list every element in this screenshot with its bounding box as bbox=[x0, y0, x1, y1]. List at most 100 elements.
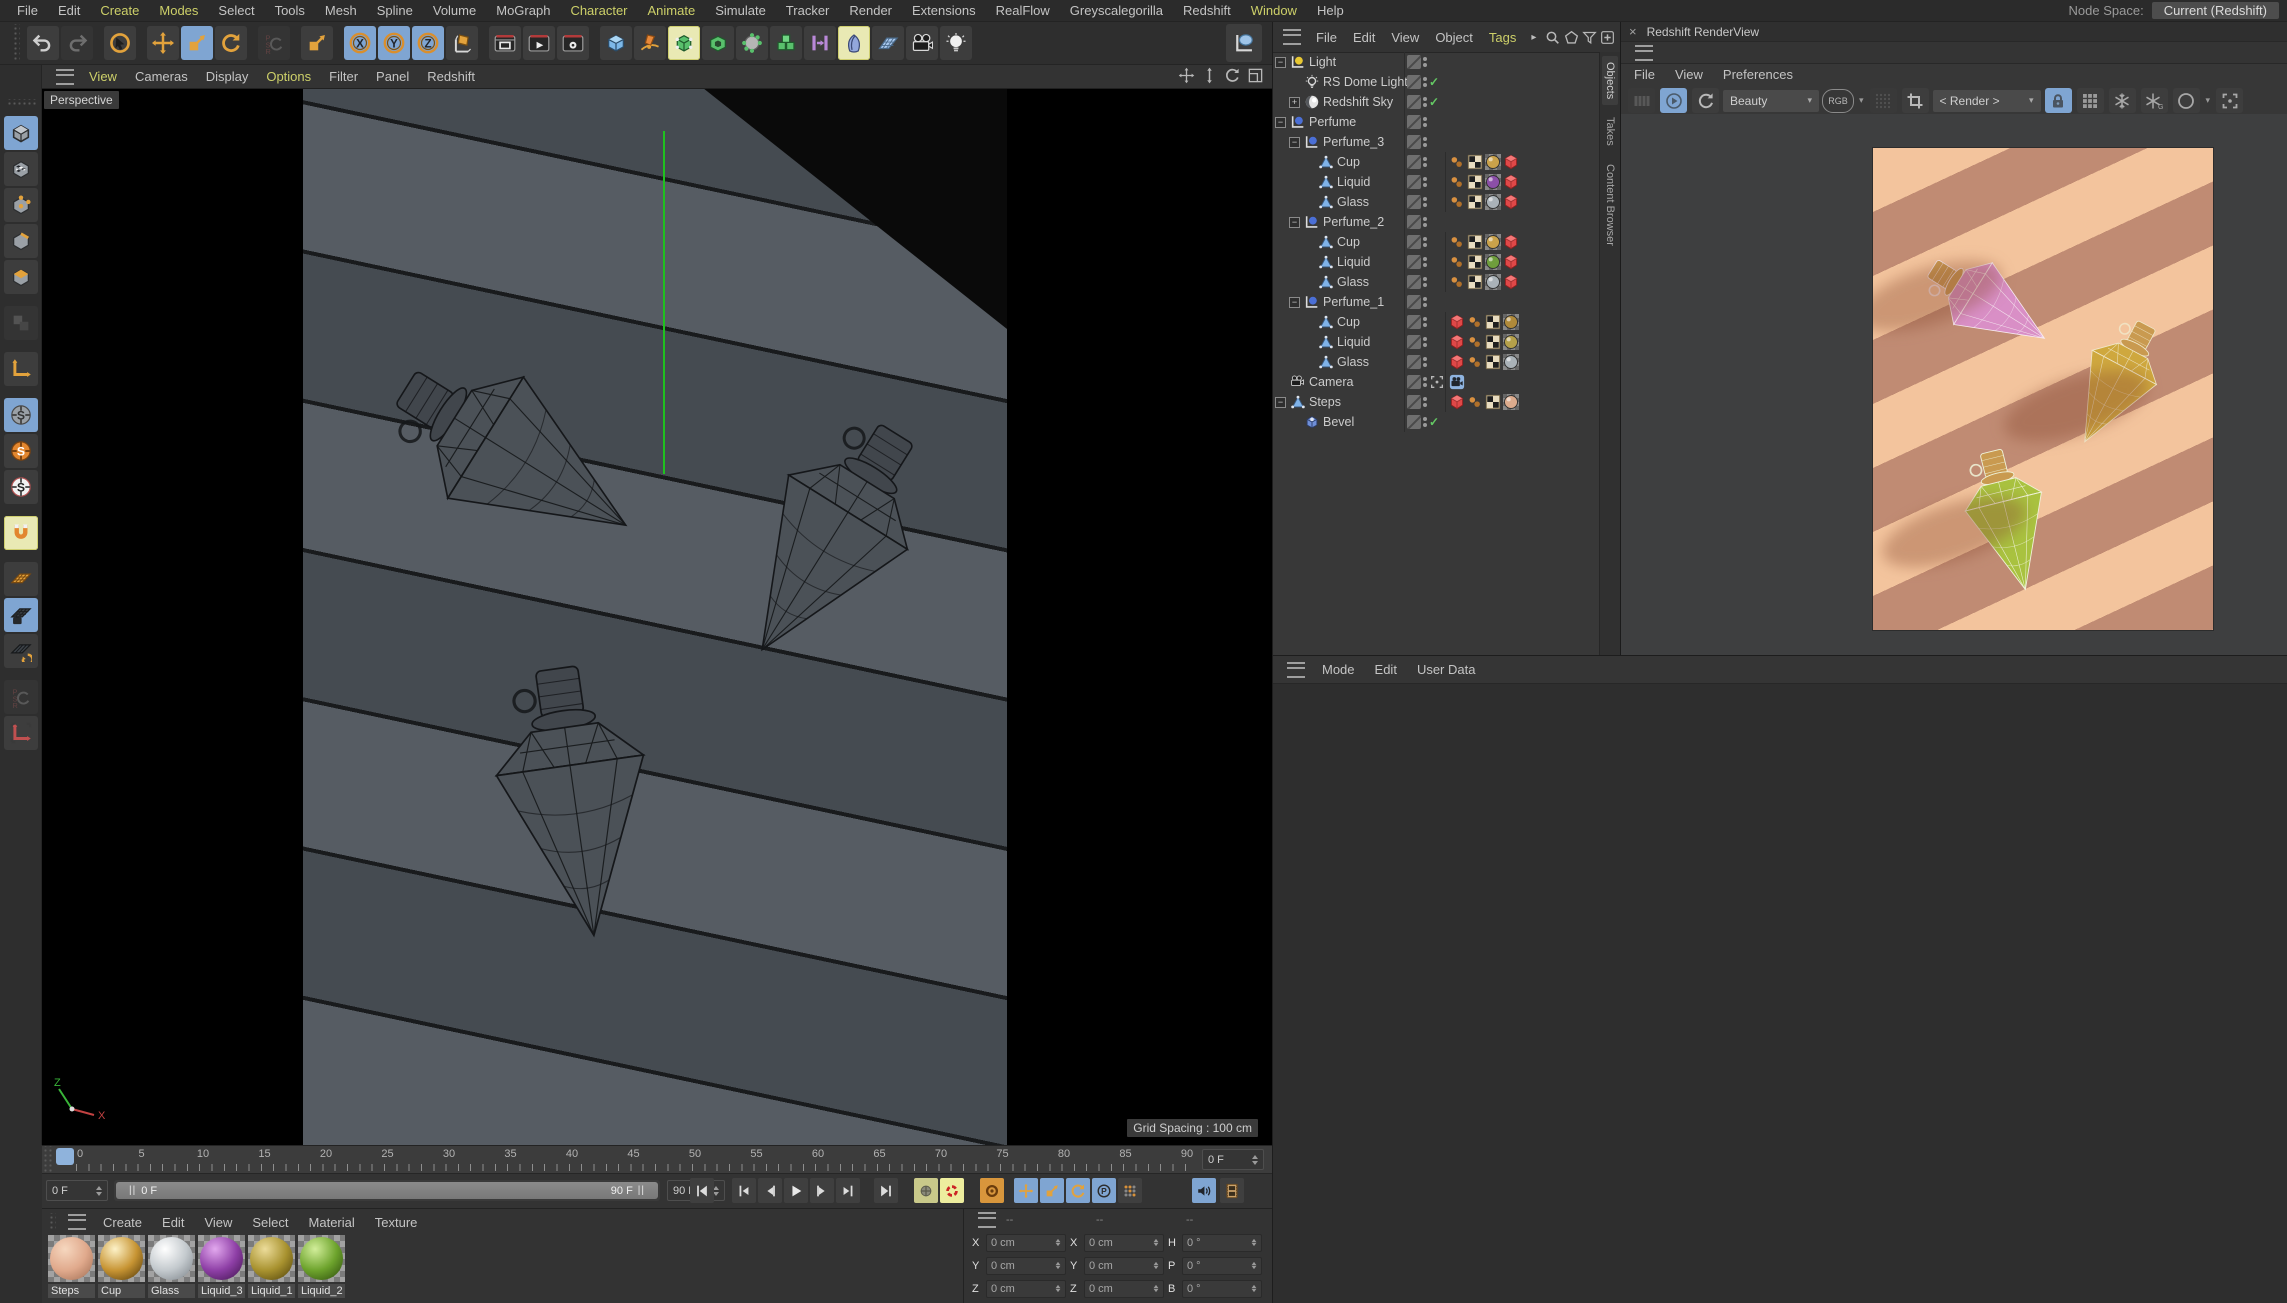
material-tag-icon[interactable] bbox=[1503, 394, 1519, 410]
menubar-item-spline[interactable]: Spline bbox=[368, 2, 422, 19]
expand-icon[interactable]: + bbox=[1289, 97, 1300, 108]
texture-mode-icon[interactable] bbox=[4, 152, 38, 186]
spinner-icon[interactable] bbox=[1056, 1239, 1061, 1246]
film-button[interactable] bbox=[1220, 1178, 1244, 1203]
rgb-channel-button[interactable]: RGB bbox=[1822, 89, 1854, 113]
material-item[interactable]: Glass bbox=[148, 1235, 195, 1298]
enable-toggle-icon[interactable] bbox=[1407, 375, 1421, 389]
viewport-menu-filter[interactable]: Filter bbox=[320, 68, 367, 85]
menubar-item-help[interactable]: Help bbox=[1308, 2, 1353, 19]
editor-render-dots-icon[interactable] bbox=[1423, 377, 1427, 387]
enable-toggle-icon[interactable] bbox=[1407, 155, 1421, 169]
coordinates-mode-select[interactable]: -- bbox=[1096, 1214, 1182, 1226]
material-tag-icon[interactable] bbox=[1485, 174, 1501, 190]
tree-row[interactable]: Camera bbox=[1273, 372, 1599, 392]
spinner-icon[interactable] bbox=[1056, 1262, 1061, 1269]
collapse-icon[interactable]: − bbox=[1289, 297, 1300, 308]
render-settings-icon[interactable] bbox=[557, 26, 589, 60]
coordinate-value-field[interactable]: 0 cm bbox=[986, 1280, 1066, 1298]
key-position-button[interactable] bbox=[1014, 1178, 1038, 1203]
attribute-menu-user-data[interactable]: User Data bbox=[1408, 661, 1485, 678]
viewport-menu-redshift[interactable]: Redshift bbox=[418, 68, 484, 85]
redo-icon[interactable] bbox=[61, 26, 93, 60]
align-workplane-icon[interactable] bbox=[4, 634, 38, 668]
polygon-object-icon[interactable] bbox=[702, 26, 734, 60]
record-button[interactable] bbox=[914, 1178, 938, 1203]
menubar-item-edit[interactable]: Edit bbox=[49, 2, 89, 19]
render-picture-viewer-icon[interactable] bbox=[523, 26, 555, 60]
object-manager-menu-edit[interactable]: Edit bbox=[1346, 29, 1382, 46]
uvw-tag-icon[interactable] bbox=[1485, 314, 1501, 330]
magnet-snap-icon[interactable] bbox=[4, 516, 38, 550]
tree-row[interactable]: Cup bbox=[1273, 232, 1599, 252]
floor-icon[interactable] bbox=[872, 26, 904, 60]
spinner-icon[interactable] bbox=[1056, 1285, 1061, 1292]
tree-row[interactable]: Cup bbox=[1273, 312, 1599, 332]
object-manager-menu-object[interactable]: Object bbox=[1428, 29, 1480, 46]
editor-render-dots-icon[interactable] bbox=[1423, 297, 1427, 307]
tree-row[interactable]: −Steps bbox=[1273, 392, 1599, 412]
toolbar-grip[interactable] bbox=[12, 24, 20, 62]
material-preview[interactable] bbox=[48, 1235, 95, 1282]
tree-row[interactable]: Cup bbox=[1273, 152, 1599, 172]
editor-render-dots-icon[interactable] bbox=[1423, 217, 1427, 227]
keyframe-button[interactable] bbox=[940, 1178, 964, 1203]
tree-row[interactable]: −Perfume bbox=[1273, 112, 1599, 132]
coordinate-value-field[interactable]: 0 cm bbox=[986, 1257, 1066, 1275]
collapse-icon[interactable]: − bbox=[1275, 57, 1286, 68]
enable-toggle-icon[interactable] bbox=[1407, 255, 1421, 269]
scale-icon[interactable] bbox=[181, 26, 213, 60]
crop-icon[interactable] bbox=[1902, 88, 1929, 113]
undo-icon[interactable] bbox=[27, 26, 59, 60]
workplane-axis-icon[interactable] bbox=[446, 26, 478, 60]
sound-button[interactable] bbox=[1192, 1178, 1216, 1203]
key-parameter-button[interactable]: P bbox=[1092, 1178, 1116, 1203]
menubar-item-modes[interactable]: Modes bbox=[150, 2, 207, 19]
phong-tag-icon[interactable] bbox=[1467, 314, 1483, 330]
enable-toggle-icon[interactable] bbox=[1407, 335, 1421, 349]
editor-render-dots-icon[interactable] bbox=[1423, 57, 1427, 67]
editor-render-dots-icon[interactable] bbox=[1423, 177, 1427, 187]
material-preview[interactable] bbox=[198, 1235, 245, 1282]
editor-render-dots-icon[interactable] bbox=[1423, 197, 1427, 207]
viewport-menu-display[interactable]: Display bbox=[197, 68, 258, 85]
snap-enable-icon[interactable]: S bbox=[4, 434, 38, 468]
next-frame-button[interactable] bbox=[810, 1178, 834, 1203]
material-grip[interactable] bbox=[48, 1213, 56, 1231]
object-manager-menu-icon[interactable] bbox=[1283, 29, 1301, 45]
material-tag-icon[interactable] bbox=[1503, 354, 1519, 370]
aov-select[interactable]: Beauty▾ bbox=[1723, 90, 1819, 112]
phong-tag-icon[interactable] bbox=[1467, 334, 1483, 350]
bevel-tool-icon[interactable] bbox=[838, 26, 870, 60]
attribute-menu-mode[interactable]: Mode bbox=[1313, 661, 1364, 678]
menubar-item-extensions[interactable]: Extensions bbox=[903, 2, 985, 19]
render-source-select[interactable]: < Render >▾ bbox=[1933, 90, 2041, 112]
uvw-tag-icon[interactable] bbox=[1467, 194, 1483, 210]
z-axis-lock-icon[interactable]: Z bbox=[412, 26, 444, 60]
phong-tag-icon[interactable] bbox=[1449, 274, 1465, 290]
coordinates-mode-select[interactable]: -- bbox=[1186, 1214, 1272, 1226]
renderview-menu-preferences[interactable]: Preferences bbox=[1714, 66, 1802, 83]
editor-render-dots-icon[interactable] bbox=[1423, 417, 1427, 427]
range-start-handle[interactable]: || bbox=[129, 1185, 136, 1196]
dither-icon[interactable] bbox=[1870, 88, 1897, 113]
y-axis-lock-icon[interactable]: Y bbox=[378, 26, 410, 60]
search-icon[interactable] bbox=[1544, 27, 1560, 47]
phong-tag-icon[interactable] bbox=[1449, 194, 1465, 210]
points-mode-icon[interactable] bbox=[4, 188, 38, 222]
play-button[interactable] bbox=[784, 1178, 808, 1203]
snapshot-g-icon[interactable]: G bbox=[2141, 88, 2168, 113]
object-manager-menu-view[interactable]: View bbox=[1384, 29, 1426, 46]
panel-tab-takes[interactable]: Takes bbox=[1602, 111, 1618, 152]
dolly-icon[interactable] bbox=[1201, 67, 1218, 87]
timeline-ruler[interactable]: 051015202530354045505560657075808590 0 F bbox=[42, 1145, 1272, 1174]
enable-toggle-icon[interactable] bbox=[1407, 115, 1421, 129]
enable-toggle-icon[interactable] bbox=[1407, 135, 1421, 149]
coordinates-mode-select[interactable]: -- bbox=[1006, 1214, 1092, 1226]
snap-mode-icon[interactable]: S bbox=[4, 398, 38, 432]
menubar-item-window[interactable]: Window bbox=[1242, 2, 1306, 19]
redshift-tag-icon[interactable] bbox=[1503, 194, 1519, 210]
mode-toolbar-grip[interactable] bbox=[6, 99, 36, 107]
tree-row[interactable]: Liquid bbox=[1273, 172, 1599, 192]
range-end-handle[interactable]: || bbox=[638, 1185, 645, 1196]
